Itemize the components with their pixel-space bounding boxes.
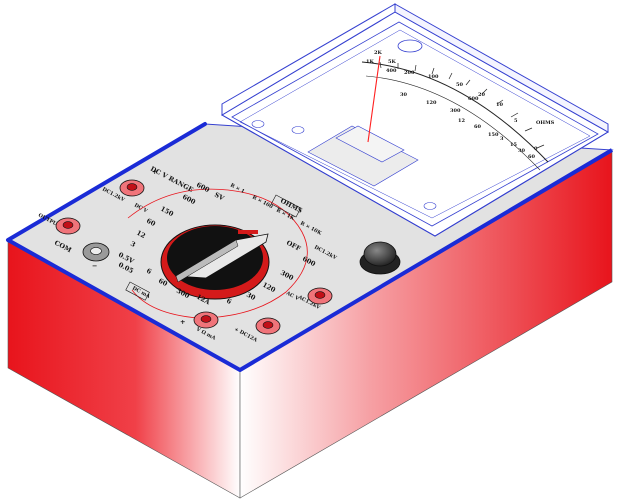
scale-label: 30	[518, 148, 525, 154]
jack-dc12a[interactable]	[255, 317, 281, 335]
jack-dc12kv[interactable]	[119, 179, 145, 197]
scale-label: 10	[496, 102, 503, 108]
scale-label: OHMS	[536, 120, 555, 126]
dial-pointer-mark	[238, 230, 258, 234]
multimeter-illustration: 2K 5K 1K 400 200 100 50 20 10 5 0 OHMS 3…	[6, 3, 614, 499]
meter-screw-right	[423, 202, 437, 210]
scale-label: 400	[386, 68, 397, 74]
meter-screw-top	[397, 39, 423, 53]
scale-label: 2K	[374, 50, 382, 56]
scale-label: 300	[450, 108, 461, 114]
scale-label: 60	[528, 154, 535, 160]
scale-label: 0	[534, 146, 538, 152]
scale-label: 50	[456, 82, 463, 88]
scale-label: 1K	[366, 59, 374, 65]
scale-label: 100	[428, 74, 439, 80]
scale-label: 30	[400, 92, 407, 98]
scale-label: 20	[478, 92, 485, 98]
scale-label: 200	[404, 70, 415, 76]
scale-label: 15	[510, 142, 517, 148]
jack-output[interactable]	[55, 217, 81, 235]
scale-label: 12	[458, 118, 465, 124]
scale-label: 5K	[388, 59, 396, 65]
jack-ac12kv[interactable]	[307, 287, 333, 305]
jack-com[interactable]	[82, 242, 110, 262]
jack-vma[interactable]	[193, 311, 219, 329]
plus-sign-bottom: +	[180, 318, 185, 326]
minus-sign: −	[92, 262, 97, 270]
scale-label: 120	[426, 100, 437, 106]
scale-label: 150	[488, 132, 499, 138]
scale-label: 5	[514, 118, 518, 124]
meter-screw-left	[251, 120, 265, 128]
scale-label: 600	[468, 96, 479, 102]
scale-label: 60	[474, 124, 481, 130]
meter-screw-mid	[291, 126, 305, 134]
scale-label: 3	[500, 136, 504, 142]
plus-sign-top: +	[152, 168, 157, 176]
